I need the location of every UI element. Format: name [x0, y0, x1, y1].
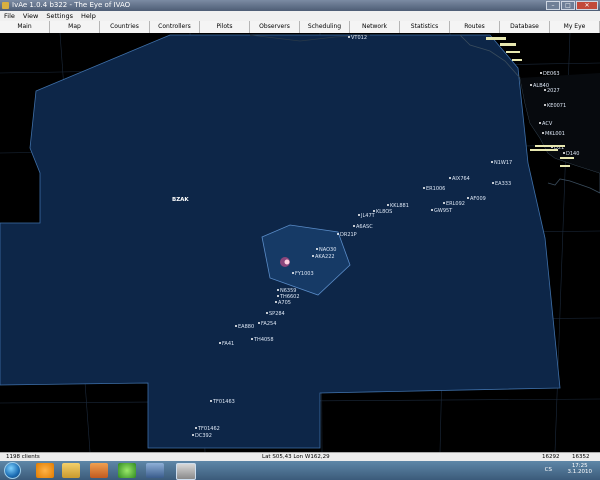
title-bar: IvAe 1.0.4 b322 - The Eye of IVAO – □ ✕ — [0, 0, 600, 11]
aircraft-label[interactable]: 2027 — [547, 88, 560, 94]
aircraft-label[interactable]: EA880 — [238, 324, 254, 330]
language-indicator[interactable]: CS — [545, 467, 552, 473]
close-button[interactable]: ✕ — [576, 1, 598, 10]
start-button[interactable] — [4, 462, 21, 479]
tab-database[interactable]: Database — [500, 21, 550, 33]
menu-file[interactable]: File — [0, 11, 19, 21]
taskbar: CS 17:25 3.1.2010 — [0, 461, 600, 480]
clock[interactable]: 17:25 3.1.2010 — [568, 463, 593, 475]
aircraft-label[interactable]: MKL001 — [545, 131, 565, 137]
clock-date: 3.1.2010 — [567, 469, 593, 475]
aircraft-label[interactable]: GW95T — [434, 208, 453, 214]
tab-map[interactable]: Map — [50, 21, 100, 33]
minimize-button[interactable]: – — [546, 1, 560, 10]
menu-settings[interactable]: Settings — [42, 11, 77, 21]
map-canvas[interactable]: BZAK VT012 DE063 ALB40 2027 KE0071 ACV M… — [0, 33, 600, 452]
region-label: BZAK — [172, 197, 189, 203]
aircraft-label[interactable]: JL47T — [360, 213, 376, 219]
tab-main[interactable]: Main — [0, 21, 50, 33]
aircraft-label[interactable]: TF01463 — [212, 399, 235, 405]
aircraft-label[interactable]: AKA222 — [315, 254, 335, 260]
tab-scheduling[interactable]: Scheduling — [300, 21, 350, 33]
aircraft-label[interactable]: DE063 — [543, 71, 560, 77]
aircraft-label[interactable]: VT012 — [351, 35, 367, 41]
aircraft-label[interactable]: SP284 — [269, 311, 285, 317]
map-view[interactable]: BZAK VT012 DE063 ALB40 2027 KE0071 ACV M… — [0, 33, 600, 452]
aircraft-label[interactable]: KKL881 — [390, 203, 409, 209]
window-title: IvAe 1.0.4 b322 - The Eye of IVAO — [12, 1, 131, 9]
tab-routes[interactable]: Routes — [450, 21, 500, 33]
aircraft-label[interactable]: A705 — [278, 300, 291, 306]
aircraft-label[interactable]: ERL092 — [446, 201, 465, 207]
aircraft-label[interactable]: TF01462 — [197, 426, 220, 432]
media-player-icon[interactable] — [90, 463, 108, 478]
app-icon-green[interactable] — [118, 463, 136, 478]
ivae-taskbar-icon[interactable] — [176, 463, 196, 480]
aircraft-label[interactable]: FY1003 — [295, 271, 314, 277]
tab-observers[interactable]: Observers — [250, 21, 300, 33]
ie-icon[interactable] — [36, 463, 54, 478]
tab-statistics[interactable]: Statistics — [400, 21, 450, 33]
tab-network[interactable]: Network — [350, 21, 400, 33]
aircraft-label[interactable]: DR21P — [340, 232, 357, 238]
tab-controllers[interactable]: Controllers — [150, 21, 200, 33]
aircraft-label[interactable]: TH4058 — [253, 337, 274, 343]
aircraft-label[interactable]: FA41 — [222, 341, 234, 347]
tab-pilots[interactable]: Pilots — [200, 21, 250, 33]
aircraft-label[interactable]: EA333 — [495, 181, 511, 187]
maximize-button[interactable]: □ — [561, 1, 575, 10]
app-icon — [2, 2, 9, 9]
aircraft-label[interactable]: A6ASC — [356, 224, 373, 230]
aircraft-label[interactable]: DC392 — [195, 433, 212, 439]
explorer-icon[interactable] — [62, 463, 80, 478]
aircraft-label[interactable]: N1W17 — [494, 160, 512, 166]
aircraft-label[interactable]: ACV — [542, 121, 553, 127]
app-icon-blue[interactable] — [146, 463, 164, 478]
tab-countries[interactable]: Countries — [100, 21, 150, 33]
aircraft-label[interactable]: ER1006 — [426, 186, 445, 192]
tab-my-eye[interactable]: My Eye — [550, 21, 600, 33]
aircraft-label[interactable]: AIX764 — [452, 176, 470, 182]
menu-view[interactable]: View — [19, 11, 42, 21]
menu-bar: File View Settings Help — [0, 11, 600, 21]
aircraft-label[interactable]: KE0071 — [547, 103, 566, 109]
menu-help[interactable]: Help — [77, 11, 100, 21]
aircraft-label[interactable]: D140 — [566, 151, 579, 157]
aircraft-label[interactable]: KL8OS — [376, 209, 392, 215]
aircraft-label[interactable]: AF009 — [470, 196, 486, 202]
aircraft-label[interactable]: NAO30 — [319, 247, 336, 253]
hawaii-traffic-core — [284, 259, 290, 265]
aircraft-label[interactable]: FA254 — [261, 321, 276, 327]
